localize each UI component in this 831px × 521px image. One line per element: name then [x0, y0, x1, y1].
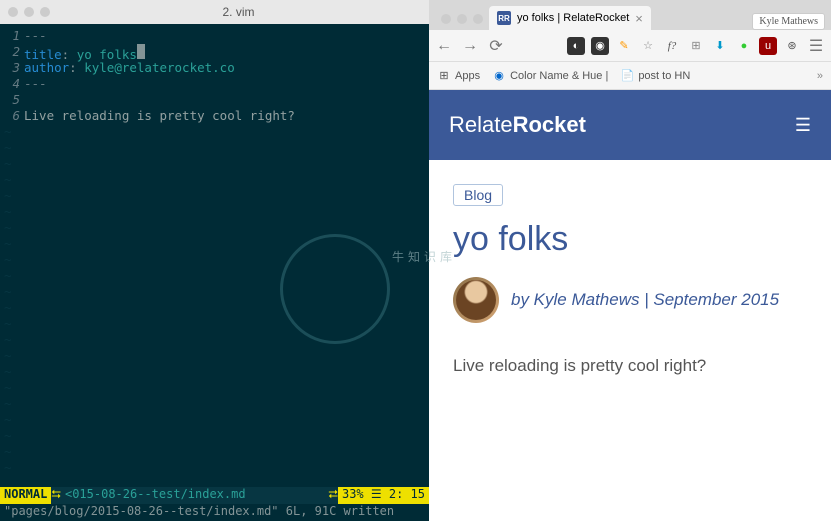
vim-buffer[interactable]: 1--- 2title: yo folks 3author: kyle@rela… — [0, 24, 429, 487]
ext-icon[interactable]: ☆ — [639, 37, 657, 55]
ext-icon[interactable]: ⊛ — [783, 37, 801, 55]
vim-window-title: 2. vim — [56, 5, 421, 19]
vim-tilde: ~ — [0, 204, 429, 220]
zoom-light[interactable] — [473, 14, 483, 24]
tab-title: yo folks | RelateRocket — [517, 12, 629, 24]
line-number: 2 — [0, 44, 24, 60]
traffic-lights — [435, 14, 489, 30]
ext-icon[interactable]: ⊞ — [687, 37, 705, 55]
ext-icon[interactable]: ◉ — [591, 37, 609, 55]
vim-filepath: <015-08-26--test/index.md — [61, 487, 328, 504]
vim-tilde: ~ — [0, 252, 429, 268]
line-number: 1 — [0, 28, 24, 44]
cursor — [137, 44, 145, 59]
zoom-light[interactable] — [40, 7, 50, 17]
forward-button[interactable]: → — [461, 37, 479, 55]
vim-tilde: ~ — [0, 172, 429, 188]
bookmarks-overflow-icon[interactable]: » — [817, 70, 823, 82]
ext-icon[interactable]: ⬇ — [711, 37, 729, 55]
browser-toolbar: ← → ⟳ ◐ ◉ ✎ ☆ f? ⊞ ⬇ ● u ⊛ ☰ — [429, 30, 831, 62]
back-button[interactable]: ← — [435, 37, 453, 55]
line-number: 5 — [0, 92, 24, 108]
vim-tilde: ~ — [0, 444, 429, 460]
favicon: RR — [497, 11, 511, 25]
post-title: yo folks — [453, 220, 807, 259]
browser-tab[interactable]: RR yo folks | RelateRocket × — [489, 6, 651, 30]
site-header: RelateRocket ☰ — [429, 90, 831, 160]
ext-icon[interactable]: f? — [663, 37, 681, 55]
ext-icon[interactable]: ✎ — [615, 37, 633, 55]
extension-icons: ◐ ◉ ✎ ☆ f? ⊞ ⬇ ● u ⊛ ☰ — [567, 37, 825, 55]
line-number: 6 — [0, 108, 24, 124]
vim-tilde: ~ — [0, 236, 429, 252]
vim-tilde: ~ — [0, 364, 429, 380]
close-tab-icon[interactable]: × — [635, 11, 643, 26]
frontmatter-open: --- — [24, 28, 429, 44]
page-content: Blog yo folks by Kyle Mathews | Septembe… — [429, 160, 831, 521]
bookmark-item[interactable]: 📄post to HN — [620, 69, 690, 83]
line-number: 4 — [0, 76, 24, 92]
apps-button[interactable]: ⊞Apps — [437, 69, 480, 83]
vim-tilde: ~ — [0, 460, 429, 476]
vim-tilde: ~ — [0, 380, 429, 396]
vim-tilde: ~ — [0, 268, 429, 284]
ublock-icon[interactable]: u — [759, 37, 777, 55]
bookmark-item[interactable]: ◉Color Name & Hue | — [492, 69, 608, 83]
vim-line: title: yo folks — [24, 44, 429, 60]
hamburger-menu-icon[interactable]: ☰ — [795, 115, 811, 136]
traffic-lights — [8, 7, 50, 17]
ext-icon[interactable]: ◐ — [567, 37, 585, 55]
post-body: Live reloading is pretty cool right? — [453, 353, 807, 379]
vim-window: 2. vim 1--- 2title: yo folks 3author: ky… — [0, 0, 429, 521]
browser-window: RR yo folks | RelateRocket × Kyle Mathew… — [429, 0, 831, 521]
ext-icon[interactable]: ● — [735, 37, 753, 55]
frontmatter-close: --- — [24, 76, 429, 92]
vim-tilde: ~ — [0, 428, 429, 444]
vim-tilde: ~ — [0, 316, 429, 332]
nav-buttons: ← → ⟳ — [435, 37, 505, 55]
vim-tilde: ~ — [0, 124, 429, 140]
breadcrumb-badge[interactable]: Blog — [453, 184, 503, 206]
vim-message: "pages/blog/2015-08-26--test/index.md" 6… — [0, 504, 429, 521]
vim-tilde: ~ — [0, 348, 429, 364]
vim-tilde: ~ — [0, 140, 429, 156]
vim-tilde: ~ — [0, 188, 429, 204]
vim-tilde: ~ — [0, 284, 429, 300]
vim-tilde: ~ — [0, 220, 429, 236]
author-avatar — [453, 277, 499, 323]
minimize-light[interactable] — [457, 14, 467, 24]
vim-statusline: NORMAL ⮀ <015-08-26--test/index.md ⮂ 33%… — [0, 487, 429, 504]
vim-tilde: ~ — [0, 396, 429, 412]
vim-tilde: ~ — [0, 156, 429, 172]
menu-icon[interactable]: ☰ — [807, 37, 825, 55]
byline: by Kyle Mathews | September 2015 — [453, 277, 807, 323]
close-light[interactable] — [441, 14, 451, 24]
vim-tilde: ~ — [0, 412, 429, 428]
vim-line — [24, 92, 429, 108]
vim-mode: NORMAL — [0, 487, 51, 504]
vim-body-line: Live reloading is pretty cool right? — [24, 108, 429, 124]
line-number: 3 — [0, 60, 24, 76]
vim-position: 33% ☰ 2: 15 — [338, 487, 429, 504]
vim-tilde: ~ — [0, 300, 429, 316]
tab-strip: RR yo folks | RelateRocket × Kyle Mathew… — [429, 0, 831, 30]
bookmarks-bar: ⊞Apps ◉Color Name & Hue | 📄post to HN » — [429, 62, 831, 90]
close-light[interactable] — [8, 7, 18, 17]
profile-badge[interactable]: Kyle Mathews — [752, 13, 825, 30]
minimize-light[interactable] — [24, 7, 34, 17]
byline-text: by Kyle Mathews | September 2015 — [511, 290, 779, 310]
site-logo[interactable]: RelateRocket — [449, 112, 586, 138]
reload-button[interactable]: ⟳ — [487, 37, 505, 55]
vim-tilde: ~ — [0, 332, 429, 348]
vim-line: author: kyle@relaterocket.co — [24, 60, 429, 76]
vim-titlebar: 2. vim — [0, 0, 429, 24]
